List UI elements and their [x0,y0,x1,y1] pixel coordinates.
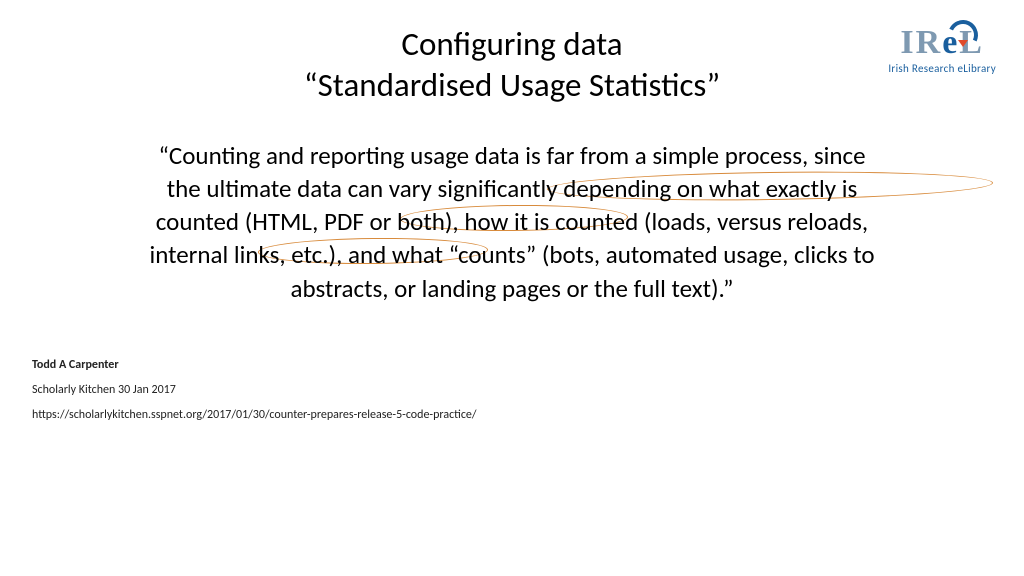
title-line-2: “Standardised Usage Statistics” [0,65,1024,106]
quote-body: “Counting and reporting usage data is fa… [22,139,1002,305]
logo-triangle-icon [958,40,968,47]
quote-line: abstracts, or landing pages or the full … [22,272,1002,305]
brand-logo: IReL Irish Research eLibrary [888,26,996,75]
citation: Todd A Carpenter Scholarly Kitchen 30 Ja… [32,353,1024,429]
citation-url: https://scholarlykitchen.sspnet.org/2017… [32,403,1024,428]
quote-line: internal links, etc.), and what “counts”… [22,238,1002,271]
quote-line: “Counting and reporting usage data is fa… [22,139,1002,172]
citation-source: Scholarly Kitchen 30 Jan 2017 [32,378,1024,403]
title-line-1: Configuring data [0,24,1024,65]
logo-wordmark: IReL [888,26,996,60]
logo-e: e [942,26,959,60]
quote-line: the ultimate data can vary significantly… [22,172,1002,205]
slide-title: Configuring data “Standardised Usage Sta… [0,0,1024,107]
quote-line: counted (HTML, PDF or both), how it is c… [22,205,1002,238]
logo-subtitle: Irish Research eLibrary [888,62,996,75]
citation-author: Todd A Carpenter [32,353,1024,378]
logo-prefix: IR [900,24,942,61]
